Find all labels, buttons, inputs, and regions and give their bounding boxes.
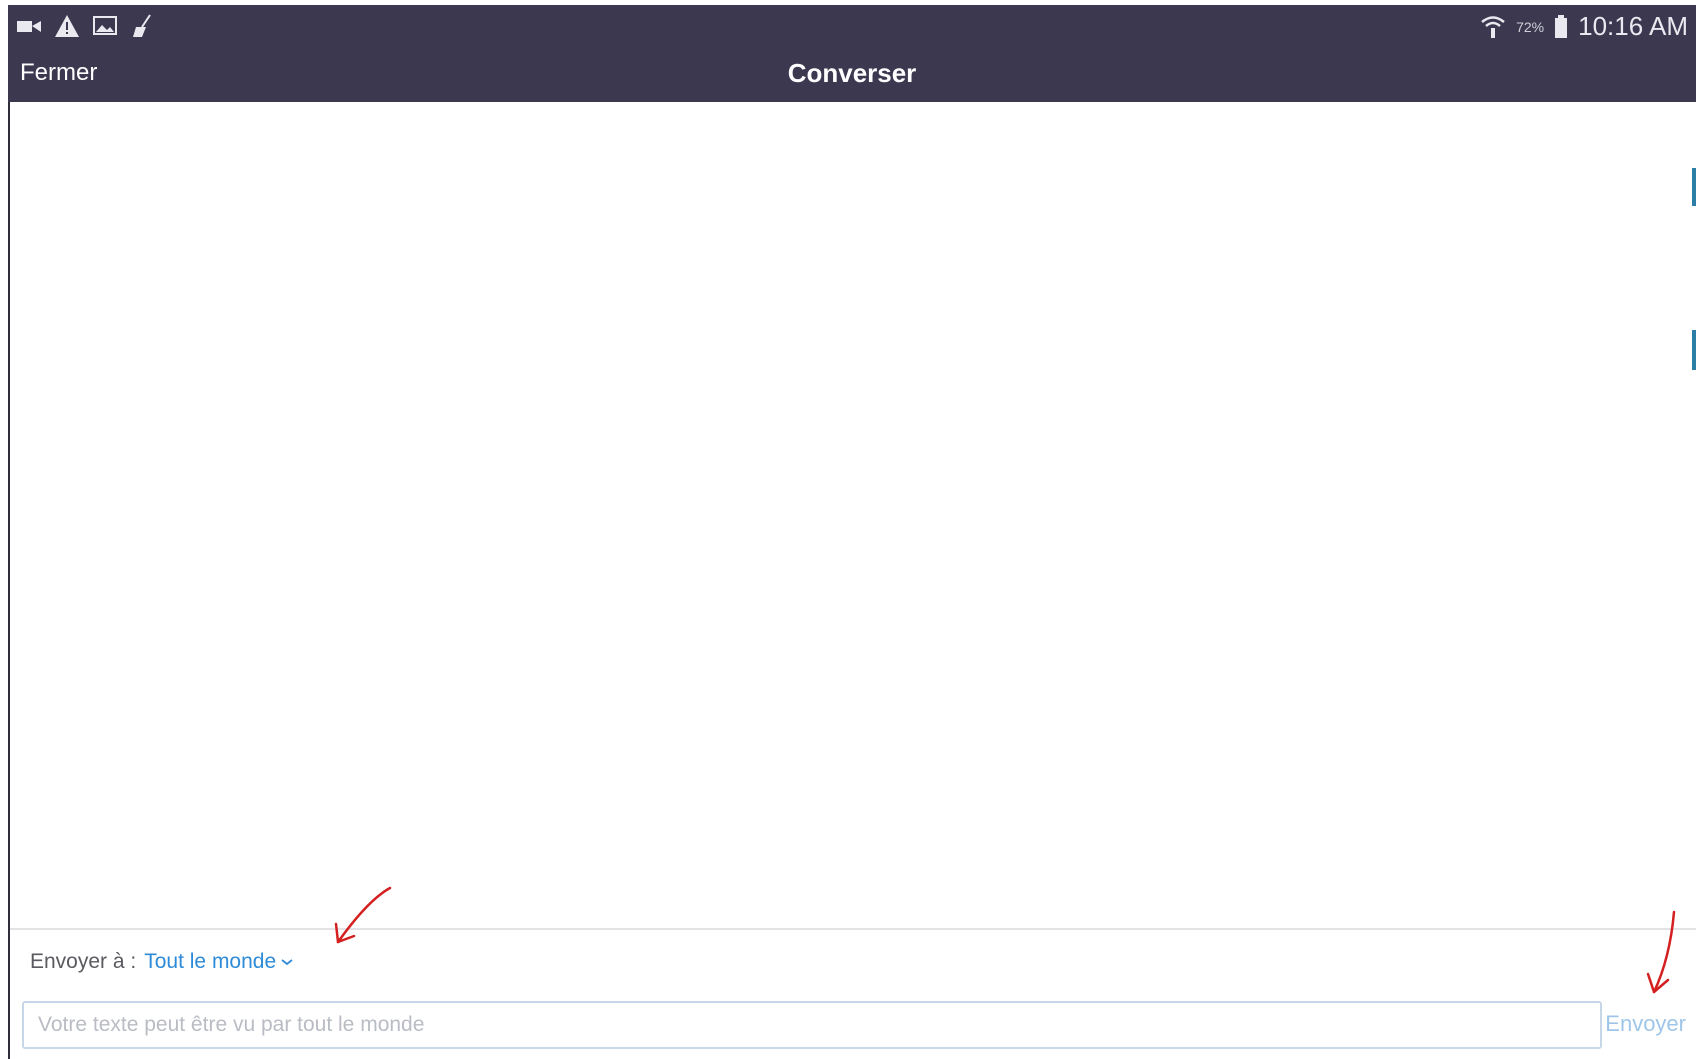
image-icon — [92, 13, 118, 39]
page-title: Converser — [787, 58, 917, 88]
warning-icon — [54, 13, 80, 39]
status-bar: 72% 10:16 AM — [8, 5, 1696, 49]
annotation-arrow-recipient — [334, 886, 392, 944]
composer-divider — [10, 928, 1696, 930]
broom-icon — [130, 13, 156, 39]
chevron-down-icon[interactable] — [280, 957, 294, 967]
status-time: 10:16 AM — [1578, 11, 1688, 41]
status-notification-icons — [16, 13, 156, 39]
battery-icon — [1554, 14, 1568, 40]
status-system-icons: 72% 10:16 AM — [1480, 11, 1688, 42]
recipient-value: Tout le monde — [144, 950, 277, 973]
chat-message-area[interactable] — [10, 102, 1696, 928]
right-edge-marks — [1692, 168, 1696, 370]
chat-header: Fermer Converser — [8, 49, 1696, 102]
message-input[interactable] — [22, 1001, 1602, 1049]
video-camera-icon — [16, 13, 42, 39]
annotation-arrow-send — [1646, 910, 1676, 994]
send-button[interactable]: Envoyer — [1605, 1011, 1686, 1037]
message-composer: Envoyer — [10, 995, 1696, 1055]
send-to-row: Envoyer à : Tout le monde — [30, 950, 294, 974]
send-to-label: Envoyer à : — [30, 950, 137, 973]
wifi-icon — [1480, 14, 1506, 40]
battery-percentage: 72% — [1516, 18, 1545, 35]
recipient-dropdown[interactable]: Tout le monde — [144, 950, 276, 974]
